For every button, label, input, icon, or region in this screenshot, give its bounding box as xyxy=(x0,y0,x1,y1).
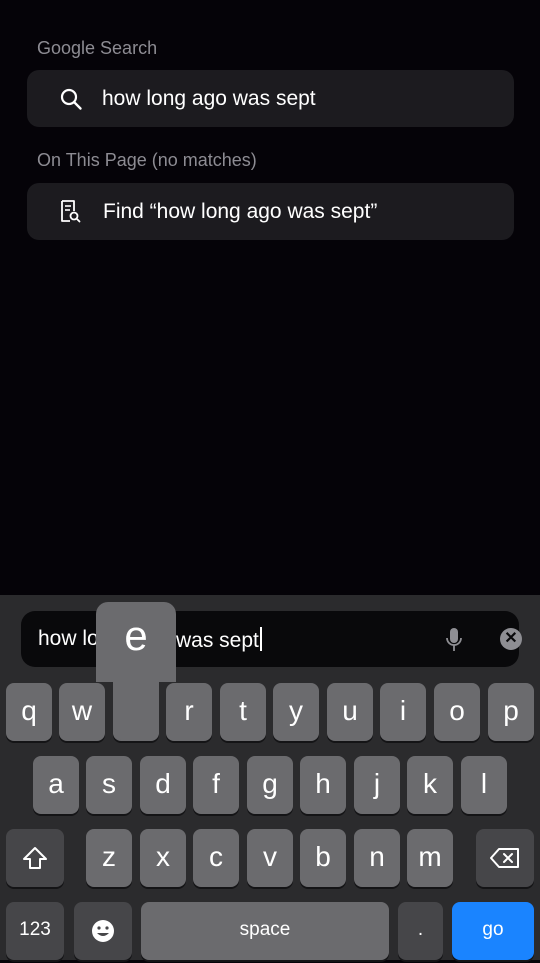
address-bar-text-left: how lo xyxy=(38,627,99,650)
backspace-icon xyxy=(490,848,519,868)
key-popup: e xyxy=(96,602,176,682)
key-w[interactable]: w xyxy=(59,683,105,741)
keyboard: how lo was sept ✕ q w r t y u i o p a s … xyxy=(0,595,540,960)
go-key[interactable]: go xyxy=(452,902,534,960)
key-o[interactable]: o xyxy=(434,683,480,741)
key-p[interactable]: p xyxy=(488,683,534,741)
key-t[interactable]: t xyxy=(220,683,266,741)
key-s[interactable]: s xyxy=(86,756,132,814)
clear-text-icon[interactable]: ✕ xyxy=(500,628,522,650)
find-on-page-suggestion[interactable]: Find “how long ago was sept” xyxy=(27,183,514,240)
key-v[interactable]: v xyxy=(247,829,293,887)
delete-key[interactable] xyxy=(476,829,534,887)
shift-key[interactable] xyxy=(6,829,64,887)
key-c[interactable]: c xyxy=(193,829,239,887)
key-i[interactable]: i xyxy=(380,683,426,741)
find-text: Find “how long ago was sept” xyxy=(103,199,378,223)
key-f[interactable]: f xyxy=(193,756,239,814)
key-popup-stem xyxy=(113,676,159,740)
emoji-icon xyxy=(92,920,114,942)
key-d[interactable]: d xyxy=(140,756,186,814)
on-this-page-label: On This Page (no matches) xyxy=(37,150,257,170)
key-x[interactable]: x xyxy=(140,829,186,887)
microphone-icon[interactable] xyxy=(445,627,463,653)
key-a[interactable]: a xyxy=(33,756,79,814)
key-y[interactable]: y xyxy=(273,683,319,741)
space-key[interactable]: space xyxy=(141,902,389,960)
key-j[interactable]: j xyxy=(354,756,400,814)
key-q[interactable]: q xyxy=(6,683,52,741)
key-popup-letter: e xyxy=(124,612,148,659)
key-u[interactable]: u xyxy=(327,683,373,741)
address-bar-text-right: was sept xyxy=(176,627,262,653)
key-b[interactable]: b xyxy=(300,829,346,887)
google-query-text: how long ago was sept xyxy=(102,86,316,110)
find-in-page-icon xyxy=(61,200,81,223)
emoji-key[interactable] xyxy=(74,902,132,960)
numbers-key[interactable]: 123 xyxy=(6,902,64,960)
text-caret xyxy=(259,627,262,651)
key-k[interactable]: k xyxy=(407,756,453,814)
key-g[interactable]: g xyxy=(247,756,293,814)
key-n[interactable]: n xyxy=(354,829,400,887)
shift-icon xyxy=(23,847,47,869)
period-key[interactable]: . xyxy=(398,902,443,960)
key-z[interactable]: z xyxy=(86,829,132,887)
key-l[interactable]: l xyxy=(461,756,507,814)
key-r[interactable]: r xyxy=(166,683,212,741)
google-search-suggestion[interactable]: how long ago was sept xyxy=(27,70,514,127)
google-search-label: Google Search xyxy=(37,38,158,58)
key-m[interactable]: m xyxy=(407,829,453,887)
search-icon xyxy=(60,88,82,110)
key-h[interactable]: h xyxy=(300,756,346,814)
